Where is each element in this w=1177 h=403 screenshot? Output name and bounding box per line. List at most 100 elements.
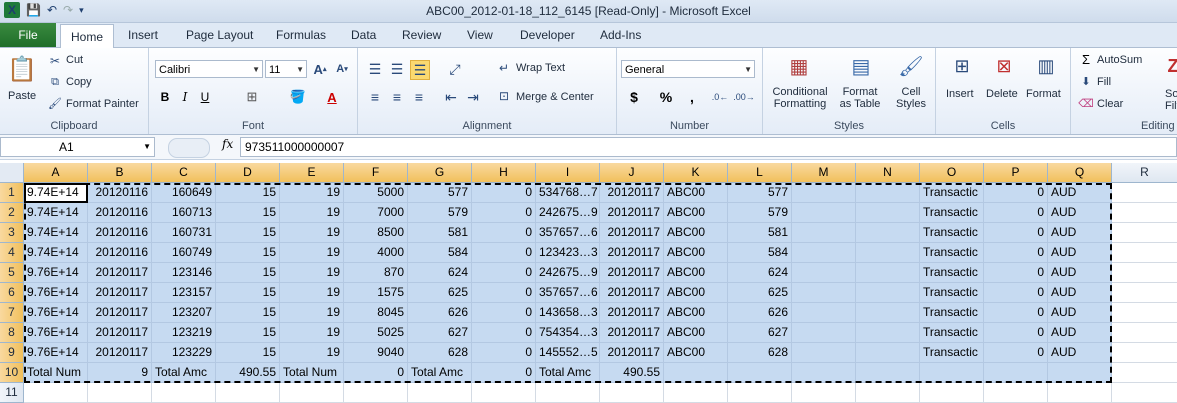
select-all-corner[interactable] [0,163,24,183]
cell-a7[interactable]: 9.76E+14 [24,303,88,323]
cell-r8[interactable] [1112,323,1177,343]
cell-i6[interactable]: 357657…6 [536,283,600,303]
cell-c8[interactable]: 123219 [152,323,216,343]
cell-q10[interactable] [1048,363,1112,383]
merge-center-icon[interactable]: ⊡ [496,88,512,104]
align-bottom-icon[interactable]: ☰ [410,60,430,80]
cell-j3[interactable]: 20120117 [600,223,664,243]
column-header-a[interactable]: A [24,163,88,183]
cell-d3[interactable]: 15 [216,223,280,243]
cell-p5[interactable]: 0 [984,263,1048,283]
align-top-icon[interactable]: ☰ [366,60,384,78]
cell-g1[interactable]: 577 [408,183,472,203]
cell-n9[interactable] [856,343,920,363]
tab-home[interactable]: Home [60,24,115,49]
paste-button[interactable]: Paste [8,90,36,102]
format-painter-button[interactable]: Format Painter [66,98,139,110]
decrease-indent-icon[interactable]: ⇤ [442,88,460,106]
cell-q8[interactable]: AUD [1048,323,1112,343]
format-cells-icon[interactable]: ▥ [1032,52,1060,80]
column-header-p[interactable]: P [984,163,1048,183]
cell-l9[interactable]: 628 [728,343,792,363]
cell-l11[interactable] [728,383,792,403]
cell-q7[interactable]: AUD [1048,303,1112,323]
wrap-text-button[interactable]: Wrap Text [516,62,565,74]
delete-cells-button[interactable]: Delete [986,88,1018,100]
clear-button[interactable]: Clear [1097,98,1123,110]
font-color-icon[interactable]: A [323,88,341,106]
cell-c1[interactable]: 160649 [152,183,216,203]
cell-o1[interactable]: Transactic [920,183,984,203]
cell-h8[interactable]: 0 [472,323,536,343]
cell-l10[interactable] [728,363,792,383]
cell-b10[interactable]: 9 [88,363,152,383]
paste-icon[interactable]: 📋 [7,54,37,84]
format-as-table-icon[interactable]: ▤ [847,52,875,80]
cell-g6[interactable]: 625 [408,283,472,303]
cell-g8[interactable]: 627 [408,323,472,343]
cell-c3[interactable]: 160731 [152,223,216,243]
cell-b8[interactable]: 20120117 [88,323,152,343]
format-painter-icon[interactable]: 🖌 [48,96,62,110]
cell-e10[interactable]: Total Num [280,363,344,383]
cell-l7[interactable]: 626 [728,303,792,323]
conditional-formatting-button[interactable]: Conditional Formatting [767,86,833,110]
row-header-9[interactable]: 9 [0,343,24,363]
row-header-6[interactable]: 6 [0,283,24,303]
cell-e3[interactable]: 19 [280,223,344,243]
column-header-c[interactable]: C [152,163,216,183]
column-header-o[interactable]: O [920,163,984,183]
cell-d7[interactable]: 15 [216,303,280,323]
cell-i9[interactable]: 145552…5 [536,343,600,363]
tab-insert[interactable]: Insert [128,23,158,47]
align-left-icon[interactable]: ≡ [366,88,384,106]
cell-f8[interactable]: 5025 [344,323,408,343]
cell-q4[interactable]: AUD [1048,243,1112,263]
cell-a10[interactable]: Total Num [24,363,88,383]
cell-e2[interactable]: 19 [280,203,344,223]
cell-m2[interactable] [792,203,856,223]
cell-a4[interactable]: 9.74E+14 [24,243,88,263]
cell-m7[interactable] [792,303,856,323]
cell-o5[interactable]: Transactic [920,263,984,283]
cell-m1[interactable] [792,183,856,203]
cell-c10[interactable]: Total Amc [152,363,216,383]
font-name-combo[interactable]: Calibri ▼ [155,60,263,78]
cell-f2[interactable]: 7000 [344,203,408,223]
cell-p11[interactable] [984,383,1048,403]
cell-k10[interactable] [664,363,728,383]
tab-add-ins[interactable]: Add-Ins [600,23,641,47]
cell-k6[interactable]: ABC00 [664,283,728,303]
cell-b11[interactable] [88,383,152,403]
insert-cells-icon[interactable]: ⊞ [948,52,976,80]
cell-styles-button[interactable]: Cell Styles [889,86,933,110]
row-header-7[interactable]: 7 [0,303,24,323]
cell-k5[interactable]: ABC00 [664,263,728,283]
sort-filter-button[interactable]: SorFilt [1165,88,1177,112]
cell-f7[interactable]: 8045 [344,303,408,323]
cell-f11[interactable] [344,383,408,403]
cell-n1[interactable] [856,183,920,203]
cell-f3[interactable]: 8500 [344,223,408,243]
cell-p3[interactable]: 0 [984,223,1048,243]
cell-o7[interactable]: Transactic [920,303,984,323]
autosum-icon[interactable]: Σ [1079,52,1093,67]
cell-o6[interactable]: Transactic [920,283,984,303]
cell-a5[interactable]: 9.76E+14 [24,263,88,283]
cell-n4[interactable] [856,243,920,263]
currency-icon[interactable]: $ [625,88,643,106]
cell-n11[interactable] [856,383,920,403]
cell-b2[interactable]: 20120116 [88,203,152,223]
tab-data[interactable]: Data [351,23,376,47]
cell-b6[interactable]: 20120117 [88,283,152,303]
cell-a11[interactable] [24,383,88,403]
cell-q6[interactable]: AUD [1048,283,1112,303]
cell-r7[interactable] [1112,303,1177,323]
cell-j9[interactable]: 20120117 [600,343,664,363]
cell-c11[interactable] [152,383,216,403]
cell-d6[interactable]: 15 [216,283,280,303]
cell-j8[interactable]: 20120117 [600,323,664,343]
cell-q3[interactable]: AUD [1048,223,1112,243]
cell-p2[interactable]: 0 [984,203,1048,223]
cell-c5[interactable]: 123146 [152,263,216,283]
